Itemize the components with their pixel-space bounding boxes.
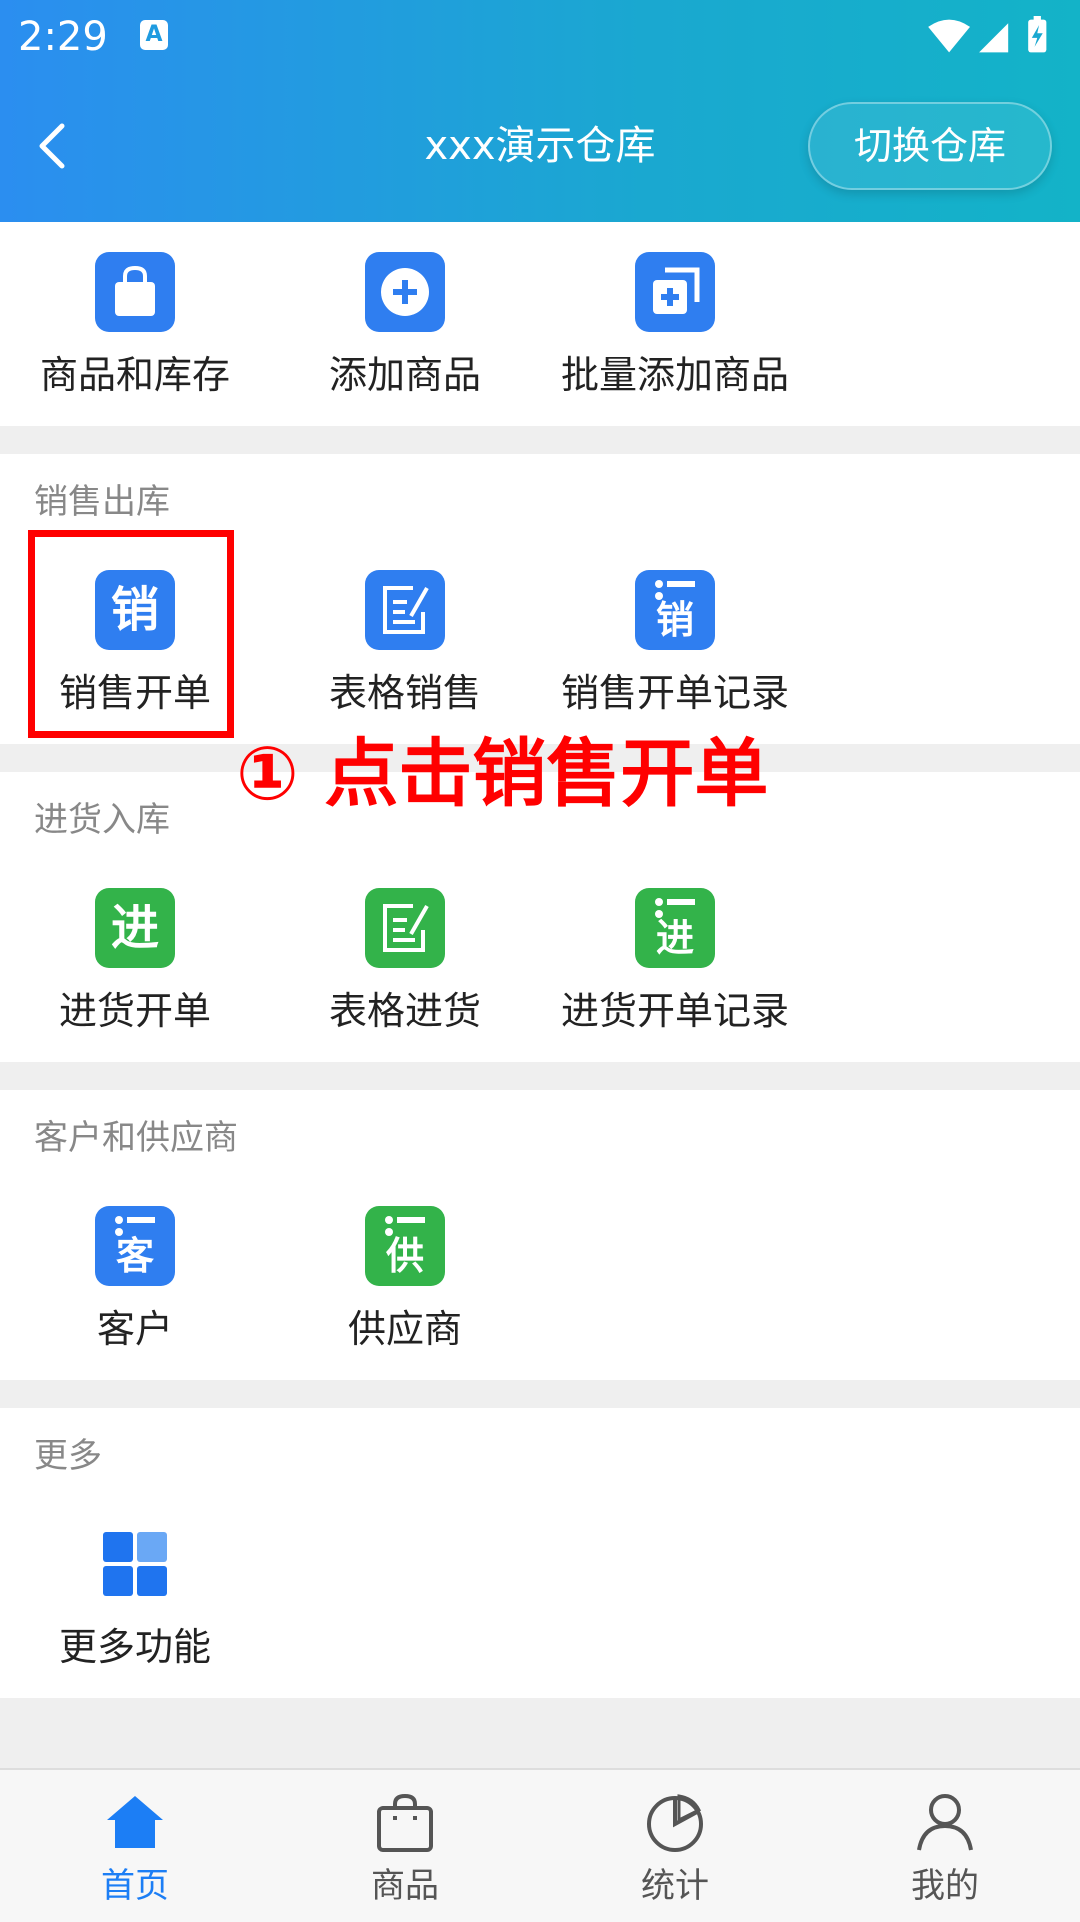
quick-actions-section: 商品和库存 添加商品 批量添加商品 xyxy=(0,222,1080,426)
tab-label: 首页 xyxy=(101,1866,169,1906)
sales-record-icon: 销 xyxy=(635,570,715,650)
section-title: 更多 xyxy=(34,1436,102,1476)
sales-record-item[interactable]: 销 销售开单记录 xyxy=(540,570,810,718)
shopping-bag-icon xyxy=(95,252,175,332)
tab-mine[interactable]: 我的 xyxy=(810,1770,1080,1922)
signal-icon xyxy=(979,23,1009,53)
annotation-text: ① 点击销售开单 xyxy=(236,731,769,817)
purchase-record-item[interactable]: 进 进货开单记录 xyxy=(540,888,810,1036)
item-label: 表格进货 xyxy=(328,989,481,1033)
section-title: 客户和供应商 xyxy=(34,1118,238,1158)
item-label: 进货开单 xyxy=(58,989,211,1033)
goods-inventory-item[interactable]: 商品和库存 xyxy=(0,252,270,400)
item-label: 销售开单记录 xyxy=(560,671,789,715)
supplier-item[interactable]: 供 供应商 xyxy=(270,1206,540,1354)
purchase-order-item[interactable]: 进 进货开单 xyxy=(0,888,270,1036)
more-functions-item[interactable]: 更多功能 xyxy=(0,1524,270,1672)
add-goods-item[interactable]: 添加商品 xyxy=(270,252,540,400)
batch-add-goods-item[interactable]: 批量添加商品 xyxy=(540,252,810,400)
bag-icon xyxy=(377,1793,433,1852)
bottom-tab-bar: 首页 商品 统计 我的 xyxy=(0,1768,1080,1922)
supplier-icon: 供 xyxy=(365,1206,445,1286)
pie-chart-icon xyxy=(647,1794,703,1852)
item-label: 进货开单记录 xyxy=(560,989,789,1033)
edit-form-icon xyxy=(365,888,445,968)
item-label: 客户 xyxy=(96,1307,173,1351)
purchase-record-icon: 进 xyxy=(635,888,715,968)
partners-section: 客户和供应商 客 客户 供 供应商 xyxy=(0,1090,1080,1380)
table-sales-item[interactable]: 表格销售 xyxy=(270,570,540,718)
user-icon xyxy=(917,1794,973,1851)
section-title: 进货入库 xyxy=(34,800,170,840)
item-label: 供应商 xyxy=(347,1307,462,1351)
purchase-glyph-icon: 进 xyxy=(95,888,175,968)
notification-icon: A xyxy=(140,20,168,50)
plus-circle-icon xyxy=(365,252,445,332)
wifi-icon xyxy=(928,19,970,53)
item-label: 批量添加商品 xyxy=(560,353,789,397)
tab-label: 商品 xyxy=(371,1866,439,1906)
item-label: 添加商品 xyxy=(328,353,481,397)
home-icon xyxy=(107,1796,163,1848)
highlight-box xyxy=(28,530,234,738)
switch-warehouse-button[interactable]: 切换仓库 xyxy=(808,102,1052,190)
edit-form-icon xyxy=(365,570,445,650)
batch-add-icon xyxy=(635,252,715,332)
customer-item[interactable]: 客 客户 xyxy=(0,1206,270,1354)
item-label: 更多功能 xyxy=(58,1625,211,1669)
table-purchase-item[interactable]: 表格进货 xyxy=(270,888,540,1036)
status-icons xyxy=(928,16,1047,53)
tab-label: 我的 xyxy=(911,1866,979,1906)
tab-label: 统计 xyxy=(641,1866,709,1906)
more-section: 更多 更多功能 xyxy=(0,1408,1080,1698)
grid-icon xyxy=(95,1524,175,1604)
app-header: 2:29 A xxx演示仓库 切换仓库 xyxy=(0,0,1080,222)
tab-goods[interactable]: 商品 xyxy=(270,1770,540,1922)
tab-home[interactable]: 首页 xyxy=(0,1770,270,1922)
tab-stats[interactable]: 统计 xyxy=(540,1770,810,1922)
item-label: 商品和库存 xyxy=(39,353,230,397)
section-title: 销售出库 xyxy=(34,482,170,522)
customer-icon: 客 xyxy=(95,1206,175,1286)
status-time: 2:29 xyxy=(18,14,108,60)
item-label: 表格销售 xyxy=(328,671,481,715)
